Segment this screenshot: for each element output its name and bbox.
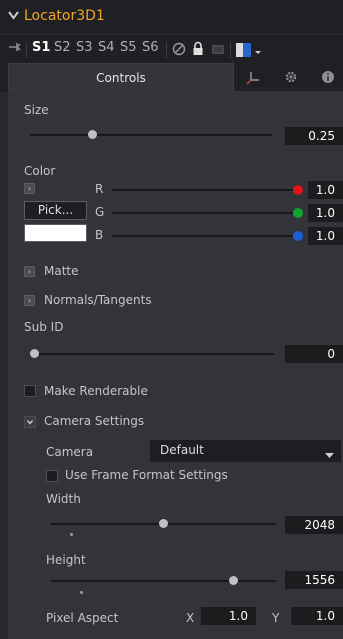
width-value-field[interactable]: 2048 [285, 516, 343, 534]
sub-id-value-field[interactable]: 0 [285, 345, 343, 363]
matte-section-label[interactable]: Matte [44, 264, 79, 278]
color-b-slider-handle[interactable] [293, 231, 303, 241]
pick-color-button[interactable]: Pick... [24, 201, 87, 220]
version-tab-s3[interactable]: S3 [76, 40, 93, 55]
tab-controls[interactable]: Controls [8, 63, 234, 92]
tab-info-icon[interactable] [312, 63, 343, 91]
version-tab-s6[interactable]: S6 [142, 40, 159, 55]
disable-icon[interactable] [172, 42, 186, 59]
pixel-aspect-y-field[interactable]: 1.0 [291, 607, 343, 625]
version-divider [26, 42, 27, 58]
use-frame-format-checkbox[interactable] [46, 470, 58, 482]
lock-icon[interactable] [192, 41, 204, 59]
version-tab-s2[interactable]: S2 [54, 40, 71, 55]
color-r-slider-handle[interactable] [293, 185, 303, 195]
chevron-down-icon [325, 448, 334, 462]
normals-expand-icon[interactable]: › [24, 295, 35, 306]
width-label: Width [46, 492, 81, 506]
normals-section-label[interactable]: Normals/Tangents [44, 293, 152, 307]
camera-label: Camera [46, 445, 94, 459]
tab-transform-axis-icon[interactable] [236, 63, 272, 91]
camera-settings-label[interactable]: Camera Settings [44, 414, 144, 428]
color-g-slider-track[interactable] [112, 212, 294, 214]
height-label: Height [46, 553, 86, 567]
pixel-aspect-y-label: Y [272, 611, 280, 625]
size-value-field[interactable]: 0.25 [285, 127, 343, 145]
pixel-aspect-label: Pixel Aspect [46, 611, 119, 625]
color-r-value-field[interactable]: 1.0 [308, 181, 343, 199]
version-tab-s1[interactable]: S1 [32, 40, 50, 55]
node-color-swatch-icon[interactable] [236, 42, 262, 61]
version-tab-s5[interactable]: S5 [120, 40, 137, 55]
use-frame-format-label[interactable]: Use Frame Format Settings [65, 468, 228, 482]
camera-settings-expand-icon[interactable] [24, 416, 36, 428]
sub-id-slider-handle[interactable] [30, 349, 39, 358]
sub-id-label: Sub ID [24, 320, 64, 334]
color-g-slider-handle[interactable] [293, 208, 303, 218]
color-r-label: R [95, 182, 104, 196]
size-slider-track[interactable] [30, 134, 272, 136]
camera-dropdown-value: Default [160, 443, 204, 457]
color-expand-icon[interactable]: › [24, 183, 35, 194]
width-slider-handle[interactable] [159, 519, 168, 528]
color-g-value-field[interactable]: 1.0 [308, 204, 343, 222]
color-swatch[interactable] [24, 224, 87, 242]
reset-icon[interactable] [211, 43, 225, 58]
height-default-marker [80, 591, 83, 594]
pixel-aspect-x-label: X [186, 611, 195, 625]
tab-settings-gear-icon[interactable] [274, 63, 308, 91]
node-title[interactable]: Locator3D1 [24, 8, 105, 24]
height-slider-track[interactable] [51, 580, 276, 582]
camera-dropdown[interactable]: Default [150, 440, 341, 462]
height-value-field[interactable]: 1556 [285, 571, 343, 589]
pin-icon[interactable] [8, 41, 22, 56]
matte-expand-icon[interactable]: › [24, 266, 35, 277]
size-slider-handle[interactable] [88, 130, 97, 139]
make-renderable-checkbox[interactable] [24, 385, 36, 397]
size-label: Size [24, 103, 49, 117]
pixel-aspect-x-field[interactable]: 1.0 [201, 607, 256, 625]
make-renderable-label[interactable]: Make Renderable [44, 384, 148, 398]
collapse-chevron-icon[interactable] [8, 9, 19, 23]
version-tab-s4[interactable]: S4 [98, 40, 115, 55]
color-g-label: G [95, 205, 105, 219]
color-b-value-field[interactable]: 1.0 [308, 227, 343, 245]
color-r-slider-track[interactable] [112, 189, 294, 191]
color-b-slider-track[interactable] [112, 235, 294, 237]
color-b-label: B [95, 228, 104, 242]
version-divider [230, 42, 231, 58]
width-default-marker [70, 533, 73, 536]
color-label: Color [24, 164, 56, 178]
version-divider [166, 42, 167, 58]
sub-id-slider-track[interactable] [34, 353, 274, 355]
height-slider-handle[interactable] [229, 576, 238, 585]
